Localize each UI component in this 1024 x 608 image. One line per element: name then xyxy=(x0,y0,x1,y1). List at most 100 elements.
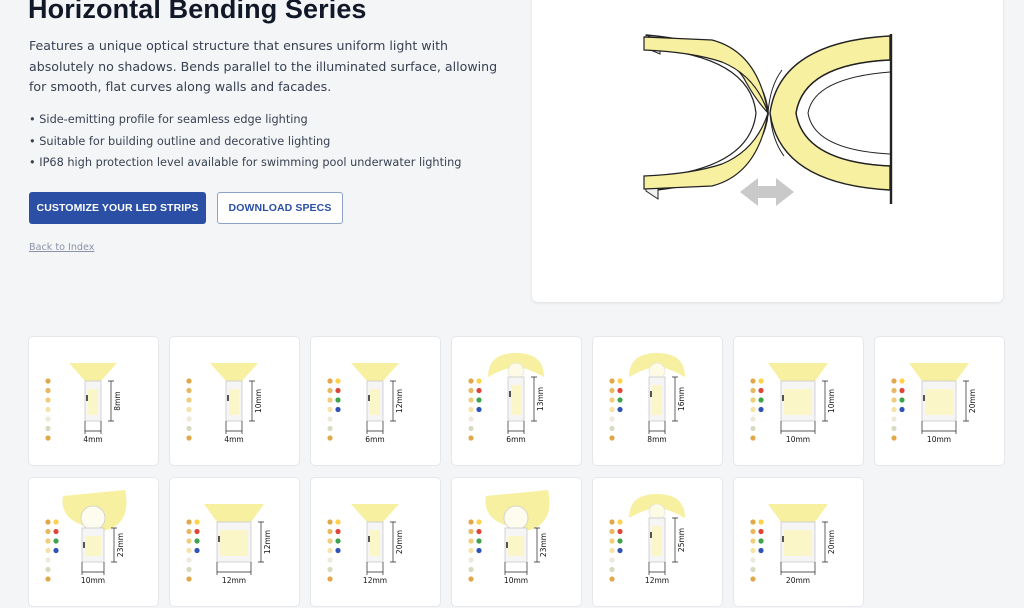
color-swatch xyxy=(476,406,482,413)
color-swatch xyxy=(45,378,51,384)
customize-led-strips-button[interactable]: CUSTOMIZE YOUR LED STRIPS xyxy=(29,192,206,224)
color-swatch xyxy=(45,547,51,554)
color-swatch xyxy=(609,528,615,535)
product-card[interactable]: 13mm 6mm xyxy=(452,337,581,465)
product-card[interactable]: 20mm 12mm xyxy=(311,478,440,606)
color-swatch xyxy=(327,406,333,413)
product-card[interactable]: 8mm 4mm xyxy=(29,337,158,465)
led-chip xyxy=(508,536,524,556)
product-card[interactable]: 23mm 10mm xyxy=(29,478,158,606)
profile-cross-section: 10mm 4mm xyxy=(186,363,263,444)
color-swatch xyxy=(758,528,764,535)
width-dimension-label: 20mm xyxy=(786,576,810,585)
color-swatch xyxy=(194,519,200,525)
color-swatch xyxy=(750,566,756,573)
color-swatch xyxy=(617,406,623,413)
bend-direction-arrow xyxy=(740,178,794,206)
page-title: Horizontal Bending Series xyxy=(28,0,367,24)
color-swatch xyxy=(750,557,756,563)
color-swatch xyxy=(609,378,615,384)
light-glow xyxy=(69,363,117,381)
color-swatch xyxy=(468,566,474,573)
height-dimension-label: 12mm xyxy=(395,389,404,413)
color-swatch xyxy=(45,425,51,432)
light-glow xyxy=(768,363,828,381)
color-swatch xyxy=(186,387,192,394)
color-swatch xyxy=(53,528,59,535)
color-swatch xyxy=(53,547,59,554)
color-swatch xyxy=(327,538,333,544)
product-card[interactable]: 10mm 4mm xyxy=(170,337,299,465)
product-card[interactable]: 23mm 10mm xyxy=(452,478,581,606)
height-dimension-label: 13mm xyxy=(536,387,545,411)
color-swatch xyxy=(45,519,51,525)
light-glow xyxy=(351,504,399,522)
color-swatch xyxy=(617,378,623,384)
back-to-index-link[interactable]: Back to Index xyxy=(29,242,94,253)
color-swatch xyxy=(335,538,341,544)
color-swatch xyxy=(609,576,615,582)
feature-item: • Side-emitting profile for seamless edg… xyxy=(29,113,308,126)
color-swatch xyxy=(194,547,200,554)
download-specs-button[interactable]: DOWNLOAD SPECS xyxy=(217,192,343,224)
color-swatch xyxy=(327,566,333,573)
left-bent-strip xyxy=(643,34,770,200)
profile-cross-section: 13mm 6mm xyxy=(468,353,545,444)
color-swatch xyxy=(327,576,333,582)
product-card[interactable]: 12mm 6mm xyxy=(311,337,440,465)
color-swatch xyxy=(609,547,615,554)
color-swatch xyxy=(45,557,51,563)
product-card[interactable]: 20mm 10mm xyxy=(875,337,1004,465)
color-swatch xyxy=(750,406,756,413)
color-swatch xyxy=(609,387,615,394)
height-dimension-label: 16mm xyxy=(677,387,686,411)
color-swatch xyxy=(186,557,192,563)
width-dimension-label: 10mm xyxy=(81,576,105,585)
color-swatch xyxy=(758,519,764,525)
color-swatch xyxy=(609,566,615,573)
color-swatch xyxy=(609,397,615,403)
led-chip xyxy=(88,389,98,415)
product-card[interactable]: 20mm 20mm xyxy=(734,478,863,606)
color-swatch xyxy=(750,576,756,582)
color-swatch xyxy=(186,566,192,573)
color-swatch xyxy=(186,406,192,413)
product-card[interactable]: 12mm 12mm xyxy=(170,478,299,606)
color-swatch xyxy=(327,378,333,384)
light-glow xyxy=(351,363,399,381)
color-swatch xyxy=(45,566,51,573)
led-chip xyxy=(220,530,248,556)
color-swatch xyxy=(476,547,482,554)
color-swatch xyxy=(758,406,764,413)
color-swatch xyxy=(609,557,615,563)
color-swatch xyxy=(45,397,51,403)
height-dimension-label: 10mm xyxy=(254,389,263,413)
led-chip xyxy=(370,530,380,556)
product-card[interactable]: 16mm 8mm xyxy=(593,337,722,465)
light-glow xyxy=(204,504,264,522)
height-dimension-label: 10mm xyxy=(827,389,836,413)
profile-cross-section: 8mm 4mm xyxy=(45,363,122,444)
color-swatch xyxy=(335,387,341,394)
led-chip xyxy=(652,385,662,415)
color-swatch xyxy=(45,538,51,544)
color-swatch xyxy=(45,528,51,535)
profile-cross-section: 12mm 6mm xyxy=(327,363,404,444)
color-swatch xyxy=(468,519,474,525)
color-swatch xyxy=(45,435,51,441)
led-chip xyxy=(652,526,662,556)
color-swatch xyxy=(750,387,756,394)
width-dimension-label: 10mm xyxy=(786,435,810,444)
product-card[interactable]: 25mm 12mm xyxy=(593,478,722,606)
color-swatch xyxy=(891,435,897,441)
product-card[interactable]: 10mm 10mm xyxy=(734,337,863,465)
color-swatch xyxy=(53,519,59,525)
color-swatch xyxy=(468,397,474,403)
color-swatch xyxy=(617,397,623,403)
color-swatch xyxy=(899,406,905,413)
color-swatch xyxy=(186,425,192,432)
color-swatch xyxy=(186,519,192,525)
color-swatch xyxy=(327,528,333,535)
color-swatch xyxy=(45,387,51,394)
color-swatch xyxy=(468,435,474,441)
